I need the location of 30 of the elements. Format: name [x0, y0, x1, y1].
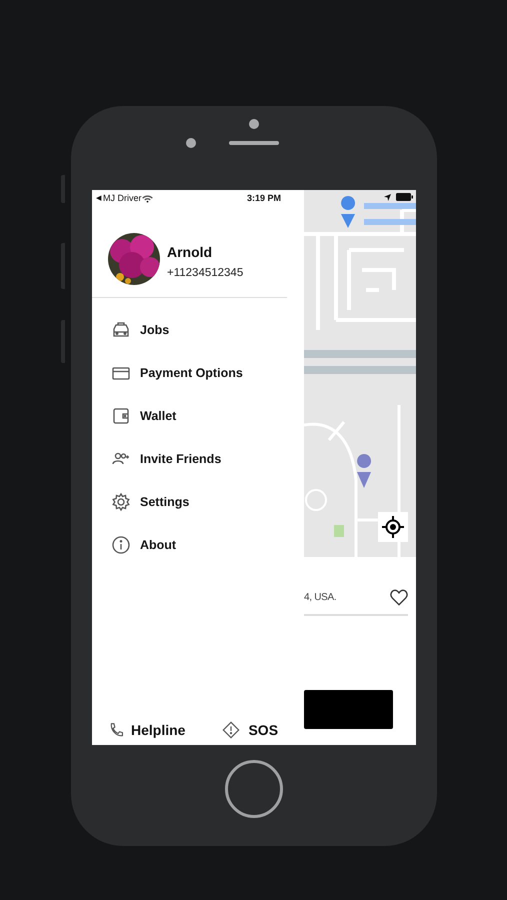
menu-item[interactable]: Payment Options	[111, 351, 304, 394]
location-arrow-icon	[384, 194, 391, 200]
menu-item[interactable]: Settings	[111, 480, 304, 523]
warning-icon	[222, 721, 240, 739]
wifi-icon	[142, 194, 152, 202]
car-icon	[111, 320, 131, 340]
helpline-button[interactable]: Helpline	[108, 722, 186, 738]
favorite-button[interactable]	[390, 589, 408, 606]
sos-button[interactable]: SOS	[222, 721, 278, 739]
settings-icon	[111, 492, 131, 512]
crosshair-icon	[382, 516, 404, 538]
phone-icon	[108, 722, 125, 738]
menu-item[interactable]: Jobs	[111, 308, 304, 351]
speaker-grille	[229, 141, 279, 145]
carrier-label: MJ Driver	[103, 193, 142, 203]
menu-item[interactable]: Wallet	[111, 394, 304, 437]
sensor-dot	[249, 119, 259, 129]
home-button[interactable]	[225, 760, 283, 818]
menu-item[interactable]: Invite Friends	[111, 437, 304, 480]
info-icon	[111, 534, 131, 554]
menu-item[interactable]: About	[111, 523, 304, 566]
status-time: 3:19 PM	[246, 193, 281, 203]
wallet-icon	[111, 406, 131, 426]
address-text: 4, USA.	[304, 592, 336, 603]
locate-button[interactable]	[378, 512, 408, 542]
action-button[interactable]	[304, 690, 393, 729]
battery-icon	[396, 193, 413, 201]
user-phone: +11234512345	[167, 266, 244, 278]
user-name: Arnold	[167, 244, 214, 260]
camera-dot	[186, 138, 196, 148]
